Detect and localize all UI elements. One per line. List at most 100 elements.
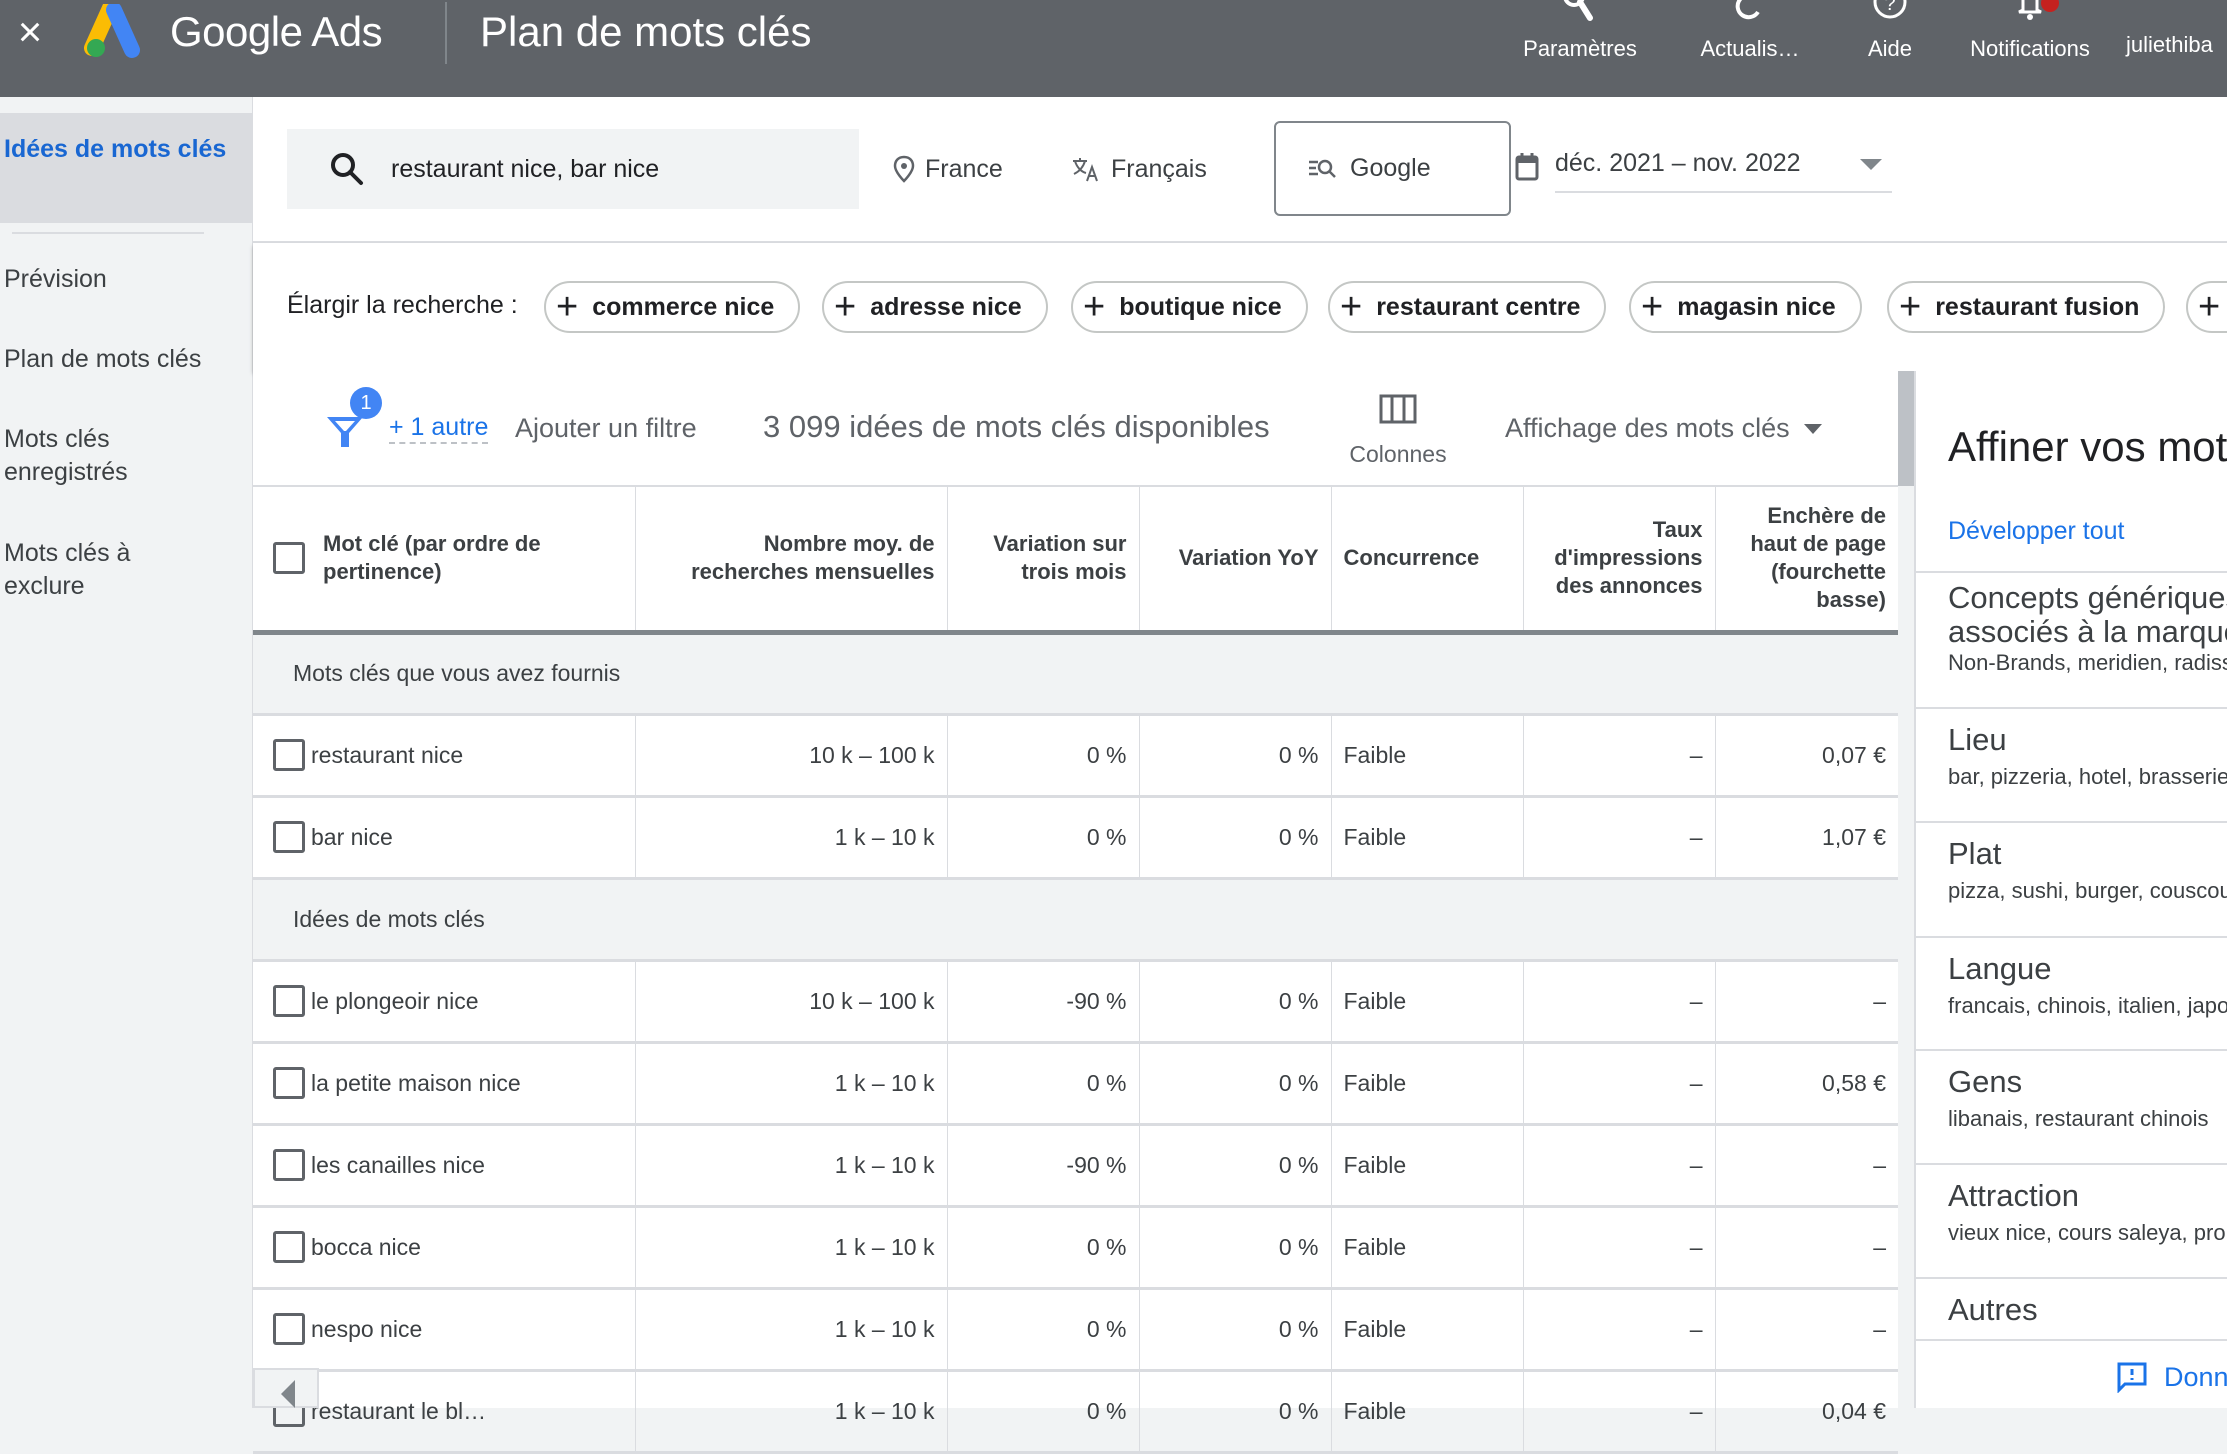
group-header-row: Idées de mots clés xyxy=(253,878,1898,960)
refine-section[interactable]: Attraction vieux nice, cours saleya, prom… xyxy=(1916,1163,2227,1277)
expand-all-link[interactable]: Développer tout xyxy=(1948,517,2125,546)
chip-label: restaurant centre xyxy=(1376,292,1581,321)
cell-keyword[interactable]: bocca nice xyxy=(311,1206,636,1288)
column-header-keyword[interactable]: Mot clé (par ordre de pertinence) xyxy=(311,487,636,632)
cell-keyword[interactable]: restaurant nice xyxy=(311,714,636,796)
refine-section[interactable]: Plat pizza, sushi, burger, couscous xyxy=(1916,821,2227,936)
sidebar-item-label: Mots clés à exclure xyxy=(4,539,131,600)
broaden-chip[interactable]: + boutique nice xyxy=(1071,281,1308,333)
chevron-left-icon xyxy=(281,1380,295,1408)
cell-keyword[interactable]: restaurant le bl… xyxy=(311,1370,636,1452)
results-count: 3 099 idées de mots clés disponibles xyxy=(763,409,1270,444)
chip-label: commerce nice xyxy=(592,292,775,321)
refine-section[interactable]: Lieu bar, pizzeria, hotel, brasserie xyxy=(1916,707,2227,821)
sidebar-item-keyword-ideas[interactable]: Idées de mots clés xyxy=(0,113,253,223)
location-value: France xyxy=(925,154,1003,183)
row-checkbox[interactable] xyxy=(273,1067,305,1099)
scroll-left-button[interactable] xyxy=(253,1368,319,1408)
plus-icon: + xyxy=(1340,286,1363,328)
cell-keyword[interactable]: nespo nice xyxy=(311,1288,636,1370)
row-checkbox[interactable] xyxy=(273,985,305,1017)
row-select-cell xyxy=(253,1288,311,1370)
keyword-table: Mot clé (par ordre de pertinence) Nombre… xyxy=(253,487,1898,1454)
help-button[interactable]: ? Aide xyxy=(1850,0,1930,70)
scrollbar-thumb[interactable] xyxy=(1898,371,1914,486)
row-checkbox[interactable] xyxy=(273,739,305,771)
cell-keyword[interactable]: les canailles nice xyxy=(311,1124,636,1206)
svg-text:?: ? xyxy=(1884,0,1895,15)
cell-top-bid-low: – xyxy=(1873,1315,1886,1342)
cell-three-month-change: 0 % xyxy=(947,1288,1140,1370)
plus-icon: + xyxy=(1083,286,1106,328)
cell-keyword[interactable]: la petite maison nice xyxy=(311,1042,636,1124)
language-value: Français xyxy=(1111,154,1207,183)
chip-label: boutique nice xyxy=(1119,292,1282,321)
refine-section-title: Plat xyxy=(1948,836,2002,871)
broaden-chip[interactable]: + adresse nice xyxy=(822,281,1048,333)
column-header-yoy-change[interactable]: Variation YoY xyxy=(1139,487,1332,632)
cell-yoy-change: 0 % xyxy=(1139,796,1332,878)
cell-three-month-change: 0 % xyxy=(947,796,1140,878)
language-selector[interactable]: Français xyxy=(1071,147,1207,191)
column-header-avg-searches[interactable]: Nombre moy. de recherches mensuelles xyxy=(635,487,948,632)
sidebar-item-saved-keywords[interactable]: Mots clés enregistrés xyxy=(0,423,160,489)
account-button[interactable]: juliethiba xyxy=(2126,0,2227,70)
google-ads-logo xyxy=(84,4,140,58)
close-button[interactable]: × xyxy=(10,10,50,54)
broaden-chip[interactable]: + restaurant centre xyxy=(1328,281,1607,333)
sidebar-item-forecast[interactable]: Prévision xyxy=(0,263,253,296)
row-checkbox[interactable] xyxy=(273,821,305,853)
search-network-value: Google xyxy=(1350,154,1431,182)
refine-section[interactable]: Gens libanais, restaurant chinois xyxy=(1916,1049,2227,1163)
more-filters-link[interactable]: + 1 autre xyxy=(389,413,489,444)
cell-keyword[interactable]: le plongeoir nice xyxy=(311,960,636,1042)
keyword-search-box[interactable] xyxy=(287,129,859,209)
cell-competition: Faible xyxy=(1331,1370,1524,1452)
row-checkbox[interactable] xyxy=(273,1231,305,1263)
table-row: restaurant le bl… 1 k – 10 k0 % 0 % Faible –… xyxy=(253,1370,1898,1452)
broaden-chip[interactable]: + magasin nice xyxy=(1629,281,1862,333)
column-header-impression-share[interactable]: Taux d'impressions des annonces xyxy=(1523,487,1716,632)
settings-button[interactable]: Paramètres xyxy=(1510,0,1650,70)
cell-three-month-change: -90 % xyxy=(947,1124,1140,1206)
refresh-button[interactable]: Actualis… xyxy=(1690,0,1810,70)
cell-competition: Faible xyxy=(1331,714,1524,796)
column-header-top-bid-low[interactable]: Enchère de haut de page (fourchette bass… xyxy=(1715,487,1898,632)
refine-section[interactable]: Langue francais, chinois, italien, japona… xyxy=(1916,936,2227,1049)
row-checkbox[interactable] xyxy=(273,1149,305,1181)
cell-competition: Faible xyxy=(1331,1288,1524,1370)
group-header-row: Mots clés que vous avez fournis xyxy=(253,632,1898,714)
vertical-scrollbar[interactable] xyxy=(1898,371,1914,1408)
cell-keyword[interactable]: bar nice xyxy=(311,796,636,878)
search-network-selector[interactable]: Google xyxy=(1274,121,1511,216)
keyword-view-selector[interactable]: Affichage des mots clés xyxy=(1505,413,1822,444)
select-all-checkbox[interactable] xyxy=(273,542,305,575)
sidebar-item-keyword-plan[interactable]: Plan de mots clés xyxy=(0,343,253,376)
broaden-chip[interactable]: + xyxy=(2186,281,2227,333)
cell-top-bid-low: – xyxy=(1873,1151,1886,1178)
notifications-button[interactable]: Notifications xyxy=(1955,0,2105,70)
keyword-search-input[interactable] xyxy=(391,147,841,191)
sidebar-item-negative-keywords[interactable]: Mots clés à exclure xyxy=(0,537,160,603)
columns-button[interactable]: Colonnes xyxy=(1343,393,1453,473)
refine-section[interactable]: Concepts génériques associés à la marque… xyxy=(1916,571,2227,699)
plus-icon: + xyxy=(834,286,857,328)
cell-competition: Faible xyxy=(1331,1206,1524,1288)
user-name: juliethiba xyxy=(2126,32,2213,57)
column-header-competition[interactable]: Concurrence xyxy=(1331,487,1524,632)
add-filter-button[interactable]: Ajouter un filtre xyxy=(515,413,697,444)
table-row: nespo nice 1 k – 10 k0 % 0 % Faible – – xyxy=(253,1288,1898,1370)
row-select-cell xyxy=(253,1124,311,1206)
broaden-chip[interactable]: + commerce nice xyxy=(544,281,801,333)
cell-avg-searches: 10 k – 100 k xyxy=(635,714,948,796)
column-header-three-month-change[interactable]: Variation sur trois mois xyxy=(947,487,1140,632)
row-checkbox[interactable] xyxy=(273,1313,305,1345)
location-selector[interactable]: France xyxy=(893,147,1003,191)
date-range-selector[interactable]: déc. 2021 – nov. 2022 xyxy=(1515,147,2140,195)
columns-icon xyxy=(1379,394,1417,424)
broaden-chip[interactable]: + restaurant fusion xyxy=(1887,281,2166,333)
chip-label: adresse nice xyxy=(870,292,1022,321)
chip-label: restaurant fusion xyxy=(1935,292,2140,321)
feedback-link[interactable]: Donner votre avis xyxy=(2116,1361,2227,1393)
cell-top-bid-low: – xyxy=(1873,987,1886,1014)
